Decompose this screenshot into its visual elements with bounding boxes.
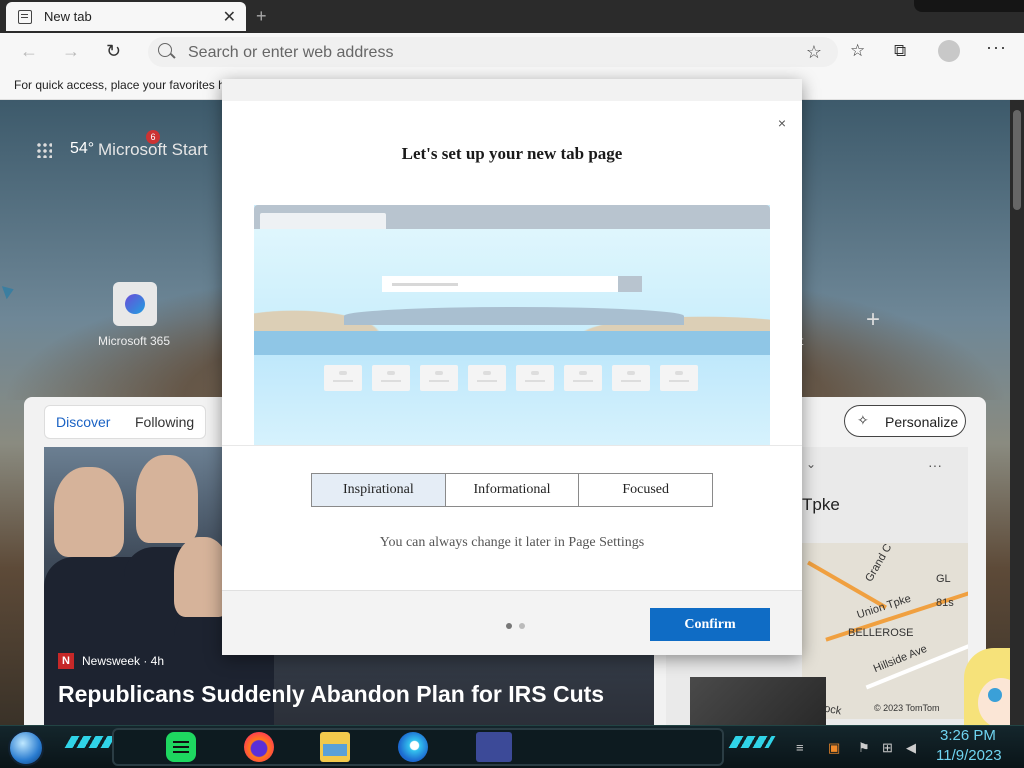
preview-tile [660,365,698,391]
taskbar-decoration [64,736,116,748]
map-label: Grand C [863,543,895,585]
weather-temperature[interactable]: 54° [70,140,94,158]
setup-dialog: × Let's set up your new tab page Inspira… [222,79,802,655]
traffic-map[interactable]: Union Tpke BELLEROSE Hillside Ave Grand … [802,543,968,719]
dialog-footer: Confirm [222,590,802,655]
divider [222,445,802,446]
dialog-topbar [222,79,802,101]
taskbar: ≡ ▣ ⚑ ⊞ ◀ 3:26 PM 11/9/2023 [0,725,1024,768]
option-inspirational[interactable]: Inspirational [312,474,446,506]
file-explorer-icon[interactable] [320,732,350,762]
news-source-label: Newsweek · 4h [82,654,165,668]
quick-link-microsoft-365[interactable] [113,282,157,326]
map-label: GL [936,573,951,585]
preview-tile [420,365,458,391]
settings-more-button[interactable]: ··· [986,37,1007,58]
traffic-card-title: Tpke [802,495,840,514]
add-shortcut-icon[interactable]: + [866,306,880,334]
add-favorite-icon[interactable]: ☆ [806,42,822,63]
preview-tile [372,365,410,391]
chevron-down-icon[interactable]: ⌄ [806,457,816,471]
tray-app-icon[interactable]: ▣ [828,740,840,756]
feed-tabs: Discover Following [44,405,206,439]
page-indicator-dot-active [506,623,512,629]
character-eye [988,688,1002,702]
start-button[interactable] [8,730,44,766]
more-options-icon[interactable]: ··· [928,457,942,473]
profile-avatar[interactable] [938,40,960,62]
map-label: 81s [936,597,954,609]
forward-arrow-icon[interactable]: → [62,41,80,62]
news-headline[interactable]: Republicans Suddenly Abandon Plan for IR… [58,681,604,708]
option-focused[interactable]: Focused [579,474,713,506]
address-bar[interactable]: Search or enter web address ☆ [148,37,838,67]
flag-icon[interactable]: ⚑ [858,740,870,756]
network-icon[interactable]: ⊞ [882,740,893,756]
option-informational[interactable]: Informational [445,474,580,506]
tab-strip: New tab ✕ + [0,0,1024,33]
search-icon [158,43,172,57]
window-controls [914,0,1024,12]
favorites-icon[interactable]: ☆ [850,41,865,61]
tab-close-button[interactable]: ✕ [223,7,236,27]
preview-search-button [618,276,642,292]
personalize-button[interactable]: ✧ Personalize [844,405,966,437]
preview-tile [468,365,506,391]
preview-tab [260,213,386,229]
new-tab-button[interactable]: + [256,6,267,27]
address-input[interactable]: Search or enter web address [188,44,393,62]
preview-tile [516,365,554,391]
taskbar-decoration [728,736,776,748]
preview-tile [612,365,650,391]
photo-person [136,455,198,543]
tab-title: New tab [44,9,92,24]
dialog-title: Let's set up your new tab page [401,144,623,163]
page-scrollbar[interactable] [1010,100,1024,725]
microsoft-365-icon [125,294,145,314]
tab-discover[interactable]: Discover [56,414,110,430]
favorites-bar-hint: For quick access, place your favorites h [14,78,225,92]
map-copyright: © 2023 TomTom [874,703,940,713]
close-icon[interactable]: × [778,115,786,131]
preview-search-placeholder [392,283,458,286]
layout-selector: Inspirational Informational Focused [311,473,713,507]
edge-icon[interactable] [398,732,428,762]
preview-water [254,331,770,355]
page-indicator-dot [519,623,525,629]
quick-link-label: Microsoft 365 [98,334,171,348]
screen: New tab ✕ + ← → ↻ Search or enter web ad… [0,0,1024,768]
new-tab-page-icon [18,9,32,24]
collections-icon[interactable]: ⧉ [894,41,906,61]
dialog-hint: You can always change it later in Page S… [379,535,645,550]
preview-tile [324,365,362,391]
volume-icon[interactable]: ◀ [906,740,916,756]
map-label: BELLEROSE [848,627,914,639]
tab-following[interactable]: Following [135,414,194,430]
news-source: N Newsweek · 4h [58,653,164,669]
layout-preview-image [254,205,770,445]
newsweek-logo: N [58,653,74,669]
clock-date[interactable]: 11/9/2023 [936,747,1002,764]
photo-person [54,467,124,557]
preview-hills [344,307,684,325]
firefox-icon[interactable] [244,732,274,762]
personalize-label: Personalize [885,414,959,430]
confirm-button[interactable]: Confirm [650,608,770,641]
notification-badge: 6 [146,130,160,144]
address-toolbar: ← → ↻ Search or enter web address ☆ ☆ ⧉ … [0,33,1024,70]
app-launcher-icon[interactable] [36,142,52,158]
media-app-icon[interactable] [476,732,512,762]
sparkle-icon: ✧ [857,412,869,428]
desktop-character-image [964,638,1010,725]
traffic-camera-thumbnail[interactable] [690,677,826,725]
browser-tab[interactable]: New tab ✕ [6,2,246,31]
refresh-icon[interactable]: ↻ [106,41,121,62]
spotify-icon[interactable] [166,732,196,762]
preview-tile [564,365,602,391]
back-arrow-icon[interactable]: ← [20,41,38,62]
tray-expand-icon[interactable]: ≡ [796,740,804,755]
clock-time[interactable]: 3:26 PM [940,727,996,744]
